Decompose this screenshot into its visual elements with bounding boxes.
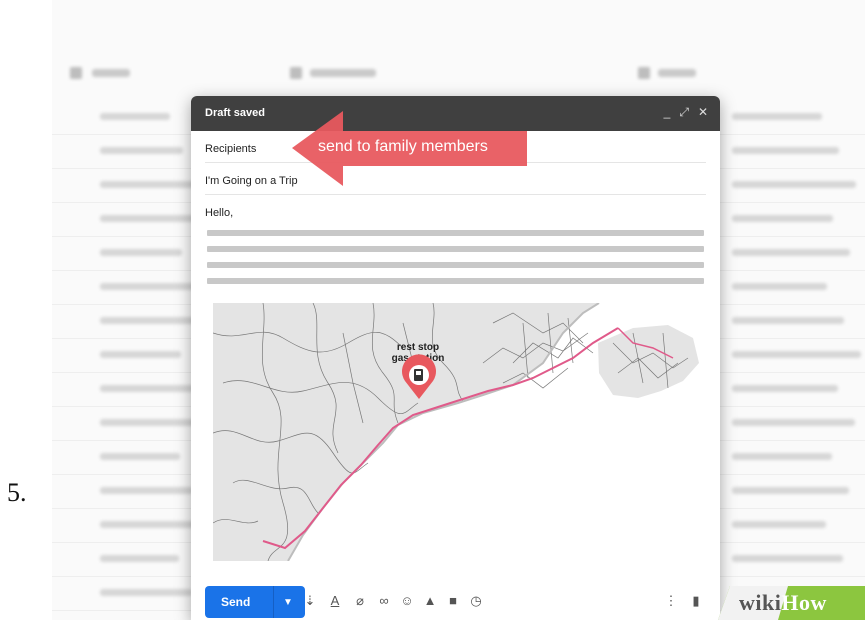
- wikihow-logo: wikiHow: [739, 590, 827, 615]
- annotation-label: send to family members: [318, 138, 488, 155]
- annotation-arrow: [292, 111, 527, 186]
